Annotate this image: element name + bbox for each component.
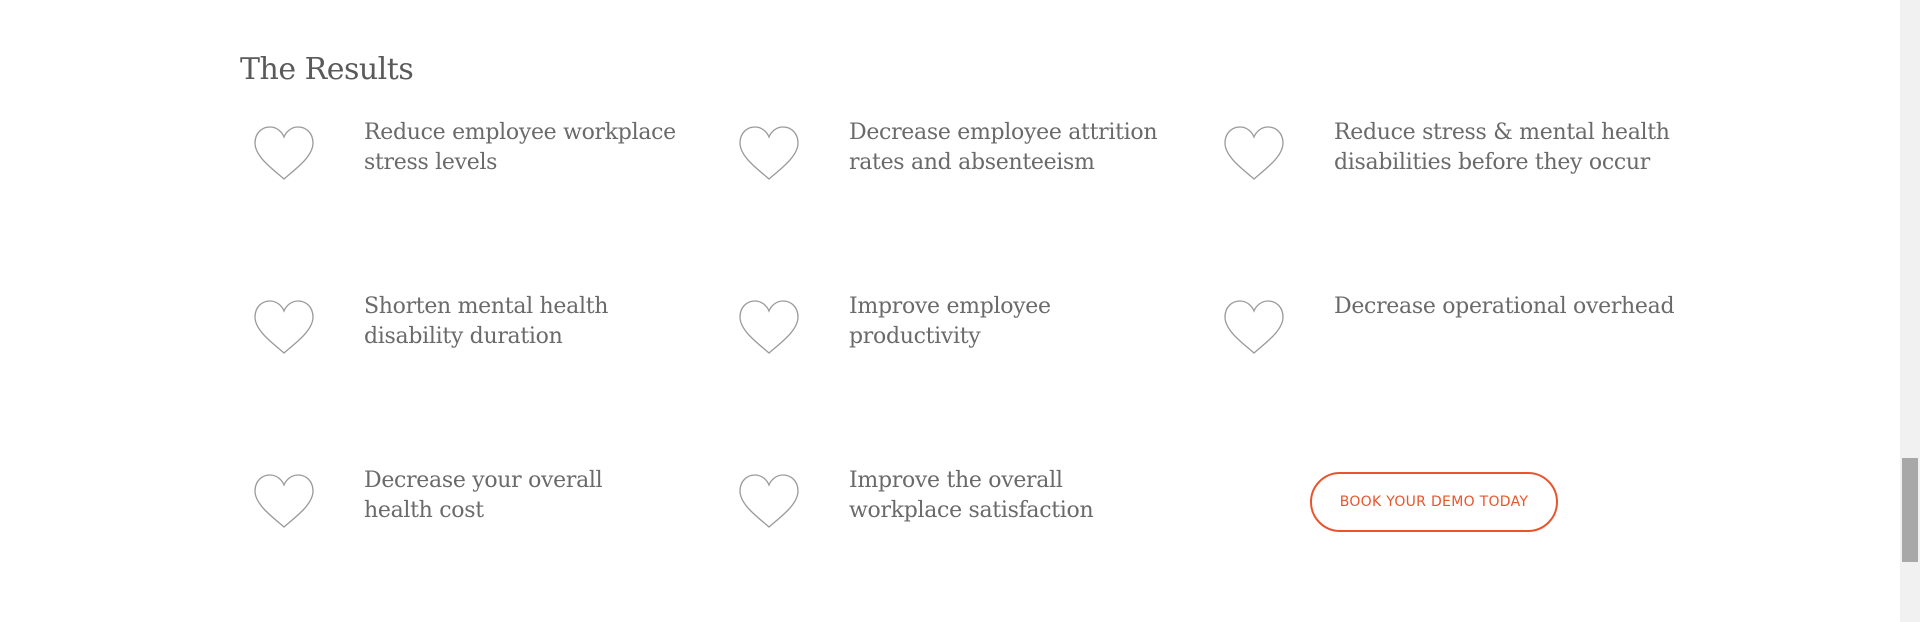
result-text-line: stress levels	[364, 150, 498, 175]
result-text: Improve the overall workplace satisfacti…	[849, 466, 1289, 526]
result-text-line: Decrease employee attrition	[849, 120, 1158, 145]
result-item: Reduce stress & mental health disabiliti…	[1212, 120, 1670, 204]
result-text-line: productivity	[849, 324, 981, 349]
heart-icon	[1222, 124, 1286, 182]
heart-icon	[252, 472, 316, 530]
section-heading: The Results	[240, 52, 414, 87]
book-demo-button[interactable]: BOOK YOUR DEMO TODAY	[1310, 472, 1558, 532]
result-text-line: Improve employee	[849, 294, 1051, 319]
scrollbar-thumb[interactable]	[1902, 458, 1918, 562]
heart-icon	[252, 298, 316, 356]
result-text-line: Reduce employee workplace	[364, 120, 676, 145]
result-text: Reduce stress & mental health disabiliti…	[1334, 118, 1774, 178]
result-text: Decrease operational overhead	[1334, 292, 1774, 322]
result-item: Decrease employee attrition rates and ab…	[727, 120, 1167, 204]
heart-icon	[737, 472, 801, 530]
heart-icon	[737, 124, 801, 182]
result-text-line: disabilities before they occur	[1334, 150, 1650, 175]
result-item: Improve employee productivity	[727, 294, 1167, 378]
result-text-line: workplace satisfaction	[849, 498, 1094, 523]
result-text-line: rates and absenteeism	[849, 150, 1095, 175]
result-text-line: health cost	[364, 498, 484, 523]
heart-icon	[252, 124, 316, 182]
result-item: Improve the overall workplace satisfacti…	[727, 468, 1167, 552]
vertical-scrollbar[interactable]	[1900, 0, 1920, 622]
result-item: Shorten mental health disability duratio…	[242, 294, 682, 378]
results-section: The Results Reduce employee workplace st…	[0, 0, 1900, 622]
result-text-line: Shorten mental health	[364, 294, 609, 319]
heart-icon	[1222, 298, 1286, 356]
result-item: Decrease operational overhead	[1212, 294, 1675, 378]
result-text-line: Decrease operational overhead	[1334, 294, 1675, 319]
result-item: Reduce employee workplace stress levels	[242, 120, 682, 204]
result-text-line: disability duration	[364, 324, 563, 349]
result-item: Decrease your overall health cost	[242, 468, 682, 552]
result-text-line: Decrease your overall	[364, 468, 603, 493]
result-text-line: Reduce stress & mental health	[1334, 120, 1670, 145]
heart-icon	[737, 298, 801, 356]
result-text-line: Improve the overall	[849, 468, 1063, 493]
